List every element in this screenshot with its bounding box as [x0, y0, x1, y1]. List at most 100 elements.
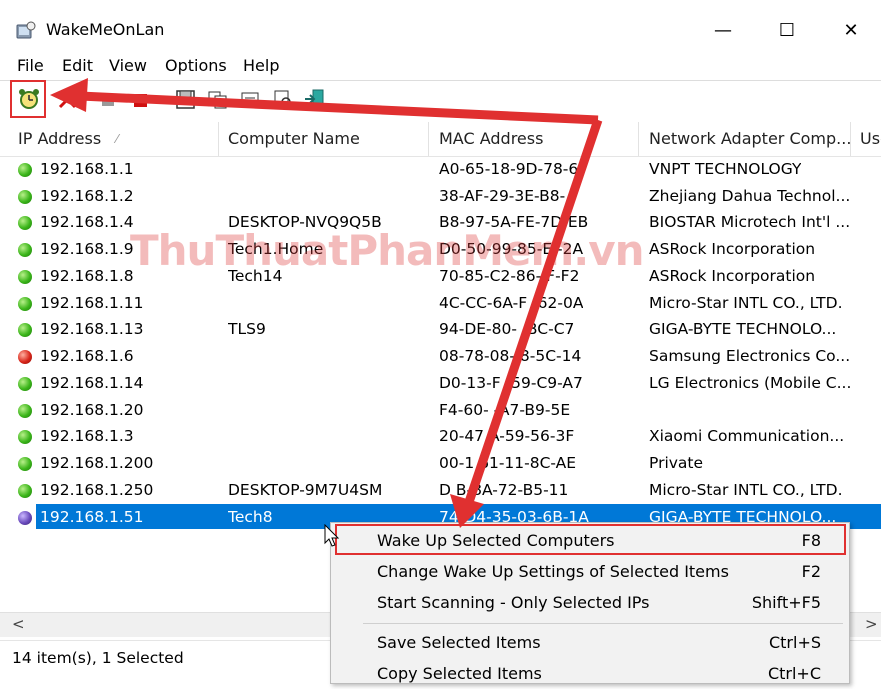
menu-item-label: Save Selected Items	[377, 633, 541, 652]
menu-item-shortcut: Ctrl+S	[768, 633, 821, 652]
column-divider[interactable]	[638, 122, 639, 156]
status-online-icon	[18, 323, 32, 337]
menu-start-scanning-selected[interactable]: Start Scanning - Only Selected IPs Shift…	[331, 588, 849, 618]
wake-up-menu-highlight	[335, 524, 846, 555]
mac-cell: A0-65-18-9D-78-6	[439, 160, 579, 178]
stop-icon[interactable]	[96, 86, 122, 112]
table-row[interactable]: 192.168.1.2 38-AF-29-3E-B8- Zhejiang Dah…	[0, 183, 881, 210]
column-computer-name[interactable]: Computer Name	[228, 129, 360, 148]
find-icon[interactable]	[270, 86, 296, 112]
menu-edit[interactable]: Edit	[62, 56, 93, 75]
vendor-cell: Micro-Star INTL CO., LTD.	[649, 294, 843, 312]
menu-item-label: Start Scanning - Only Selected IPs	[377, 593, 650, 612]
vendor-cell: BIOSTAR Microtech Int'l ...	[649, 213, 851, 231]
menu-save-selected[interactable]: Save Selected Items Ctrl+S	[331, 628, 849, 658]
status-online-icon	[18, 190, 32, 204]
menu-file[interactable]: File	[17, 56, 44, 75]
name-cell: DESKTOP-9M7U4SM	[228, 481, 383, 499]
ip-cell: 192.168.1.4	[40, 213, 134, 231]
status-online-icon	[18, 430, 32, 444]
app-window: WakeMeOnLan — ☐ ✕ File Edit View Options…	[0, 0, 881, 684]
table-row[interactable]: 192.168.1.20 F4-60- -A7-B9-5E	[0, 397, 881, 424]
app-icon	[16, 21, 36, 39]
table-row[interactable]: 192.168.1.6 08-78-08- 8-5C-14 Samsung El…	[0, 343, 881, 370]
ip-cell: 192.168.1.20	[40, 401, 144, 419]
close-button[interactable]: ✕	[828, 14, 874, 46]
ip-cell: 192.168.1.1	[40, 160, 134, 178]
name-cell: TLS9	[228, 320, 266, 338]
minimize-button[interactable]: —	[700, 14, 746, 46]
ip-cell: 192.168.1.9	[40, 240, 134, 258]
menu-options[interactable]: Options	[165, 56, 227, 75]
column-network-adapter[interactable]: Network Adapter Comp...	[649, 129, 851, 148]
menu-help[interactable]: Help	[243, 56, 279, 75]
status-text: 14 item(s), 1 Selected	[12, 649, 184, 667]
ip-cell: 192.168.1.6	[40, 347, 134, 365]
copy-icon[interactable]	[205, 86, 231, 112]
scroll-left-icon[interactable]: <	[12, 615, 25, 633]
vendor-cell: LG Electronics (Mobile C...	[649, 374, 852, 392]
scroll-right-icon[interactable]: >	[865, 615, 878, 633]
status-online-icon	[18, 163, 32, 177]
vendor-cell: ASRock Incorporation	[649, 240, 816, 258]
maximize-button[interactable]: ☐	[764, 14, 810, 46]
watermark: ThuThuatPhanMem.vn	[130, 226, 645, 275]
ip-cell: 192.168.1.8	[40, 267, 134, 285]
menu-item-label: Copy Selected Items	[377, 664, 542, 683]
title-bar: WakeMeOnLan — ☐ ✕	[0, 8, 881, 52]
mac-cell: 00-1 61-11-8C-AE	[439, 454, 577, 472]
ip-cell: 192.168.1.3	[40, 427, 134, 445]
column-ip-address[interactable]: IP Address	[18, 129, 101, 148]
table-row[interactable]: 192.168.1.200 00-1 61-11-8C-AE Private	[0, 450, 881, 477]
menu-copy-selected[interactable]: Copy Selected Items Ctrl+C	[331, 659, 849, 689]
column-mac-address[interactable]: MAC Address	[439, 129, 543, 148]
exit-icon[interactable]	[302, 86, 328, 112]
mac-cell: F4-60- -A7-B9-5E	[439, 401, 571, 419]
menu-item-shortcut: F2	[801, 562, 821, 581]
table-row[interactable]: 192.168.1.11 4C-CC-6A-F -62-0A Micro-Sta…	[0, 290, 881, 317]
minimize-icon: —	[714, 19, 732, 41]
ip-cell: 192.168.1.2	[40, 187, 134, 205]
status-online-icon	[18, 270, 32, 284]
vendor-cell: Private	[649, 454, 704, 472]
menu-item-shortcut: Shift+F5	[751, 593, 821, 612]
list-header: IP Address ⁄ Computer Name MAC Address N…	[0, 122, 881, 157]
properties-icon[interactable]	[237, 86, 263, 112]
mac-cell: 08-78-08- 8-5C-14	[439, 347, 582, 365]
ip-cell: 192.168.1.51	[40, 508, 144, 526]
table-row[interactable]: 192.168.1.1 A0-65-18-9D-78-6 VNPT TECHNO…	[0, 156, 881, 183]
column-user[interactable]: Use	[860, 129, 881, 148]
window-title: WakeMeOnLan	[46, 20, 165, 39]
status-online-icon	[18, 457, 32, 471]
vendor-cell: Xiaomi Communication...	[649, 427, 845, 445]
toolbar	[0, 80, 881, 119]
status-online-icon	[18, 484, 32, 498]
table-row[interactable]: 192.168.1.3 20-47 A-59-56-3F Xiaomi Comm…	[0, 423, 881, 450]
menu-view[interactable]: View	[109, 56, 147, 75]
ip-cell: 192.168.1.200	[40, 454, 154, 472]
menu-item-label: Change Wake Up Settings of Selected Item…	[377, 562, 729, 581]
mac-cell: 20-47 A-59-56-3F	[439, 427, 575, 445]
name-cell: Tech8	[228, 508, 273, 526]
column-divider[interactable]	[218, 122, 219, 156]
vendor-cell: ASRock Incorporation	[649, 267, 816, 285]
delete-icon[interactable]	[55, 86, 81, 112]
table-row[interactable]: 192.168.1.250 DESKTOP-9M7U4SM D B-8A-72-…	[0, 477, 881, 504]
table-row[interactable]: 192.168.1.14 D0-13-F -59-C9-A7 LG Electr…	[0, 370, 881, 397]
mac-cell: 38-AF-29-3E-B8-	[439, 187, 566, 205]
vendor-cell: Zhejiang Dahua Technol...	[649, 187, 851, 205]
status-unknown-icon	[18, 511, 32, 525]
column-divider[interactable]	[428, 122, 429, 156]
mac-cell: D B-8A-72-B5-11	[439, 481, 569, 499]
ip-cell: 192.168.1.13	[40, 320, 144, 338]
column-divider[interactable]	[850, 122, 851, 156]
stop-red-icon[interactable]	[128, 86, 154, 112]
save-icon[interactable]	[173, 86, 199, 112]
ip-cell: 192.168.1.250	[40, 481, 154, 499]
menu-bar: File Edit View Options Help	[0, 52, 881, 80]
mouse-cursor-icon	[324, 524, 340, 547]
table-row[interactable]: 192.168.1.13 TLS9 94-DE-80- -BC-C7 GIGA-…	[0, 316, 881, 343]
vendor-cell: Micro-Star INTL CO., LTD.	[649, 481, 843, 499]
menu-change-wake-up-settings[interactable]: Change Wake Up Settings of Selected Item…	[331, 557, 849, 587]
maximize-icon: ☐	[778, 19, 796, 41]
